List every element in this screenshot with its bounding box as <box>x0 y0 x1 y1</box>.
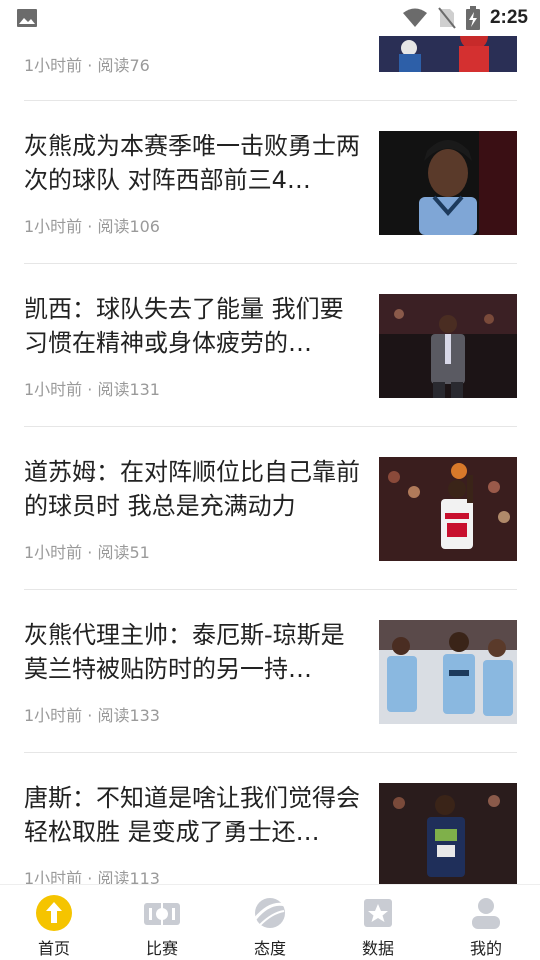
thumbnail-image <box>379 620 517 724</box>
news-title: 凯西：球队失去了能量 我们要习惯在精神或身体疲劳的… <box>24 295 344 357</box>
nav-label-attitude: 态度 <box>253 939 286 958</box>
nav-label-home: 首页 <box>37 939 70 958</box>
news-thumbnail <box>379 457 517 561</box>
match-icon <box>144 903 180 925</box>
image-icon <box>17 9 37 27</box>
news-title: 灰熊代理主帅：泰厄斯-琼斯是莫兰特被贴防时的另一持… <box>24 621 345 683</box>
news-title: 道苏姆：在对阵顺位比自己靠前的球员时 我总是充满动力 <box>24 458 360 520</box>
status-time: 2:25 <box>489 7 528 28</box>
nav-label-data: 数据 <box>361 939 394 958</box>
news-feed[interactable]: 1小时前 · 阅读76 灰熊成为本赛季唯一击败勇士两次的球队 对阵西部前三4… … <box>0 0 540 884</box>
news-item[interactable]: 灰熊成为本赛季唯一击败勇士两次的球队 对阵西部前三4… 1小时前 · 阅读106 <box>24 101 517 264</box>
thumbnail-image <box>379 457 517 561</box>
news-meta: 1小时前 · 阅读51 <box>24 543 150 562</box>
news-meta: 1小时前 · 阅读106 <box>24 217 160 236</box>
news-meta: 1小时前 · 阅读76 <box>24 56 150 75</box>
news-thumbnail <box>379 294 517 398</box>
news-thumbnail <box>379 783 517 884</box>
news-meta: 1小时前 · 阅读113 <box>24 869 160 884</box>
news-meta: 1小时前 · 阅读133 <box>24 706 160 725</box>
nav-item-profile[interactable]: 我的 <box>432 885 540 960</box>
news-item[interactable]: 凯西：球队失去了能量 我们要习惯在精神或身体疲劳的… 1小时前 · 阅读131 <box>24 264 517 427</box>
news-title: 唐斯：不知道是啥让我们觉得会轻松取胜 是变成了勇士还… <box>24 784 360 846</box>
status-icons: 2:25 <box>402 0 528 36</box>
nav-item-data[interactable]: 数据 <box>324 885 432 960</box>
nav-label-profile: 我的 <box>469 939 502 958</box>
home-up-arrow-icon <box>36 895 72 931</box>
nav-item-match[interactable]: 比赛 <box>108 885 216 960</box>
news-item[interactable]: 唐斯：不知道是啥让我们觉得会轻松取胜 是变成了勇士还… 1小时前 · 阅读113 <box>24 753 517 884</box>
news-meta: 1小时前 · 阅读131 <box>24 380 160 399</box>
wifi-icon <box>402 8 427 27</box>
nav-item-home[interactable]: 首页 <box>0 885 108 960</box>
profile-icon <box>472 898 500 929</box>
thumbnail-image <box>379 294 517 398</box>
nav-item-attitude[interactable]: 态度 <box>216 885 324 960</box>
no-sim-icon <box>438 7 456 29</box>
news-item[interactable]: 道苏姆：在对阵顺位比自己靠前的球员时 我总是充满动力 1小时前 · 阅读51 <box>24 427 517 590</box>
thumbnail-image <box>379 131 517 235</box>
news-title: 灰熊成为本赛季唯一击败勇士两次的球队 对阵西部前三4… <box>24 132 360 194</box>
news-thumbnail <box>379 620 517 724</box>
nav-label-match: 比赛 <box>145 939 178 958</box>
battery-charging-icon <box>465 6 480 30</box>
news-item[interactable]: 灰熊代理主帅：泰厄斯-琼斯是莫兰特被贴防时的另一持… 1小时前 · 阅读133 <box>24 590 517 753</box>
status-bar: 2:25 <box>0 0 540 36</box>
news-thumbnail <box>379 131 517 235</box>
attitude-icon <box>253 898 286 928</box>
thumbnail-image <box>379 783 517 884</box>
bottom-nav: 首页 比赛 态度 数据 我的 <box>0 884 540 960</box>
data-icon <box>364 899 392 927</box>
